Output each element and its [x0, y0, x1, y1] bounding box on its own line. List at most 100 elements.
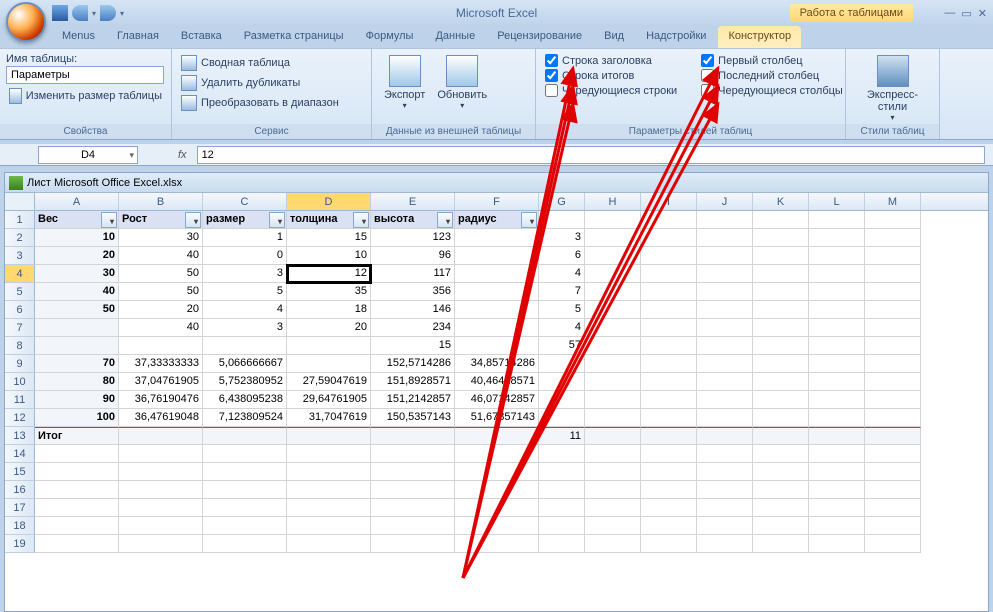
cell[interactable]: 34,85714286 — [455, 355, 539, 373]
row-header[interactable]: 14 — [5, 445, 35, 463]
cell[interactable] — [697, 481, 753, 499]
cell[interactable] — [539, 409, 585, 427]
cell[interactable]: 51,67857143 — [455, 409, 539, 427]
tab-формулы[interactable]: Формулы — [356, 26, 424, 48]
cell[interactable]: 57 — [539, 337, 585, 355]
cell[interactable] — [455, 463, 539, 481]
cell[interactable] — [455, 517, 539, 535]
cell[interactable] — [585, 373, 641, 391]
cell[interactable] — [809, 337, 865, 355]
cell[interactable]: 5 — [539, 301, 585, 319]
cell[interactable] — [753, 247, 809, 265]
row-header[interactable]: 7 — [5, 319, 35, 337]
cell[interactable] — [753, 463, 809, 481]
row-header[interactable]: 13 — [5, 427, 35, 445]
refresh-button[interactable]: Обновить▾ — [431, 53, 493, 112]
cell[interactable]: 6 — [539, 247, 585, 265]
cell[interactable] — [585, 211, 641, 229]
cell[interactable]: 12 — [287, 265, 371, 283]
cell[interactable] — [119, 445, 203, 463]
col-header-I[interactable]: I — [641, 193, 697, 210]
cell[interactable]: 36,76190476 — [119, 391, 203, 409]
banded-cols-checkbox[interactable]: Чередующиеся столбцы — [698, 83, 846, 98]
cell[interactable]: 6,438095238 — [203, 391, 287, 409]
cell[interactable] — [119, 463, 203, 481]
cell[interactable] — [809, 499, 865, 517]
cell[interactable] — [809, 283, 865, 301]
cell[interactable] — [865, 229, 921, 247]
cell[interactable]: 50 — [119, 283, 203, 301]
cell[interactable] — [697, 301, 753, 319]
cell[interactable] — [809, 301, 865, 319]
cell[interactable]: 46,07142857 — [455, 391, 539, 409]
cell[interactable] — [865, 319, 921, 337]
cell[interactable] — [753, 265, 809, 283]
cell[interactable]: 50 — [119, 265, 203, 283]
cell[interactable] — [371, 517, 455, 535]
cell[interactable]: высота — [371, 211, 455, 229]
col-header-A[interactable]: A — [35, 193, 119, 210]
cell[interactable]: 90 — [35, 391, 119, 409]
cell[interactable]: 1 — [203, 229, 287, 247]
col-header-E[interactable]: E — [371, 193, 455, 210]
tab-надстройки[interactable]: Надстройки — [636, 26, 716, 48]
cell[interactable] — [697, 445, 753, 463]
col-header-G[interactable]: G — [539, 193, 585, 210]
cell[interactable] — [753, 355, 809, 373]
cell[interactable] — [287, 517, 371, 535]
cell[interactable]: 37,04761905 — [119, 373, 203, 391]
cell[interactable] — [697, 355, 753, 373]
resize-table-button[interactable]: Изменить размер таблицы — [6, 86, 165, 106]
cell[interactable]: 5,066666667 — [203, 355, 287, 373]
cell[interactable] — [203, 535, 287, 553]
cell[interactable] — [35, 337, 119, 355]
cell[interactable]: 10 — [287, 247, 371, 265]
cell[interactable] — [865, 535, 921, 553]
export-button[interactable]: Экспорт▾ — [378, 53, 431, 112]
row-header[interactable]: 8 — [5, 337, 35, 355]
cell[interactable] — [753, 499, 809, 517]
cell[interactable] — [697, 211, 753, 229]
cell[interactable] — [455, 499, 539, 517]
cell[interactable] — [697, 265, 753, 283]
cell[interactable] — [697, 427, 753, 445]
minimize-icon[interactable]: — — [944, 7, 955, 20]
cell[interactable] — [287, 499, 371, 517]
cell[interactable]: 96 — [371, 247, 455, 265]
cell[interactable] — [585, 481, 641, 499]
cell[interactable] — [641, 517, 697, 535]
cell[interactable]: 20 — [35, 247, 119, 265]
cell[interactable] — [641, 319, 697, 337]
cell[interactable] — [585, 229, 641, 247]
cell[interactable] — [697, 517, 753, 535]
row-header[interactable]: 6 — [5, 301, 35, 319]
col-header-L[interactable]: L — [809, 193, 865, 210]
cell[interactable] — [809, 229, 865, 247]
cell[interactable] — [585, 247, 641, 265]
cell[interactable] — [203, 337, 287, 355]
cell[interactable] — [539, 445, 585, 463]
cell[interactable] — [809, 265, 865, 283]
cell[interactable] — [697, 337, 753, 355]
cell[interactable] — [753, 319, 809, 337]
cell[interactable] — [287, 481, 371, 499]
cell[interactable]: 117 — [371, 265, 455, 283]
cell[interactable] — [865, 337, 921, 355]
cell[interactable] — [585, 517, 641, 535]
cell[interactable] — [753, 517, 809, 535]
total-row-checkbox[interactable]: Строка итогов — [542, 68, 680, 83]
cell[interactable]: 27,59047619 — [287, 373, 371, 391]
cell[interactable] — [865, 517, 921, 535]
cell[interactable] — [371, 535, 455, 553]
cell[interactable]: 151,2142857 — [371, 391, 455, 409]
cell[interactable] — [35, 463, 119, 481]
cell[interactable]: 20 — [287, 319, 371, 337]
cell[interactable] — [119, 337, 203, 355]
name-box[interactable]: D4 — [38, 146, 138, 164]
cell[interactable] — [641, 247, 697, 265]
cell[interactable] — [287, 427, 371, 445]
cell[interactable] — [641, 409, 697, 427]
cell[interactable] — [455, 301, 539, 319]
cell[interactable] — [809, 391, 865, 409]
cell[interactable] — [119, 499, 203, 517]
